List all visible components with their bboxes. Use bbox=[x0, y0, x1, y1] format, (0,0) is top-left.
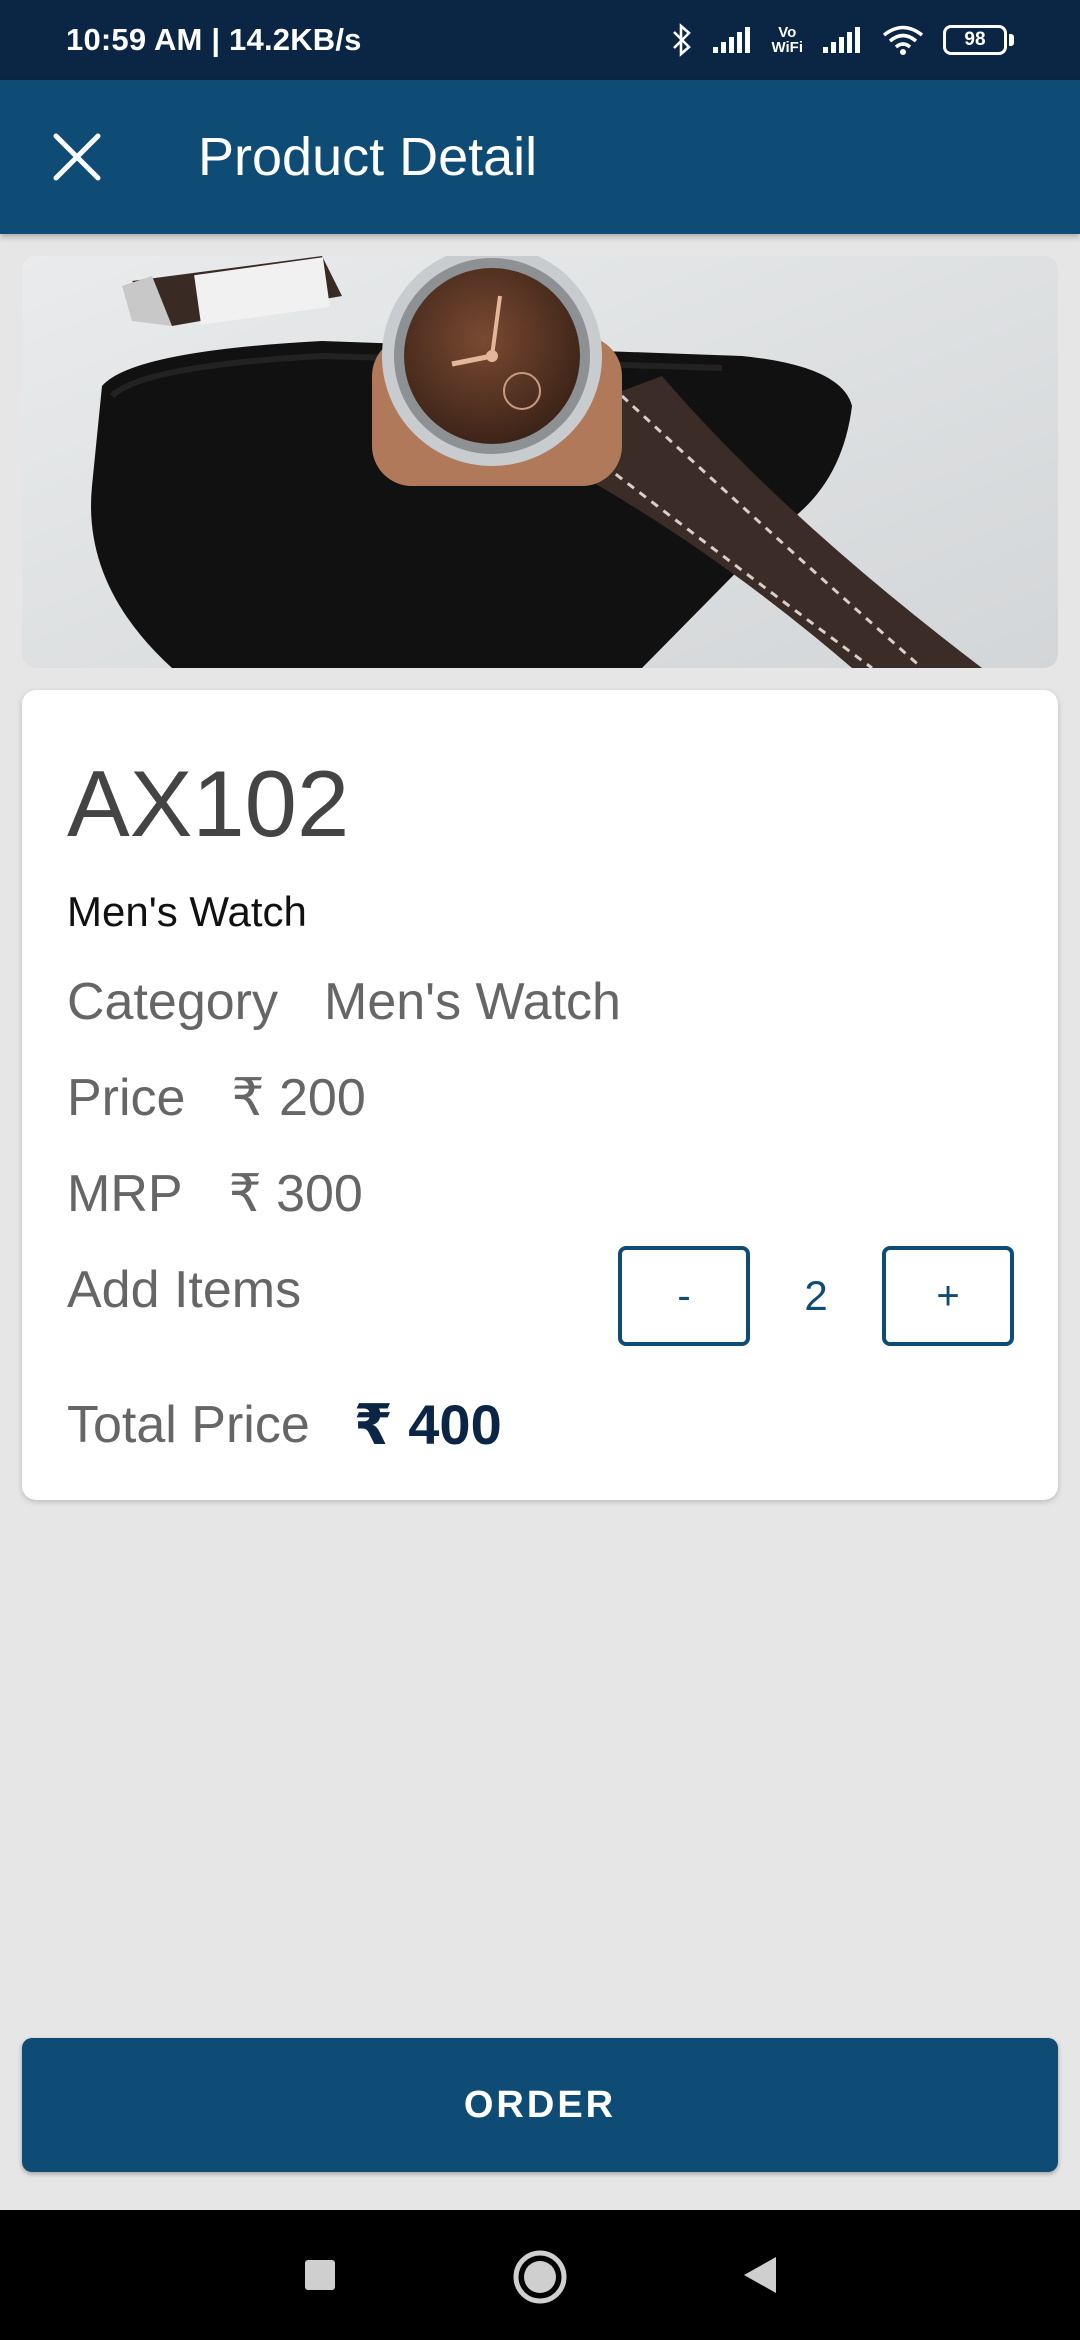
square-icon bbox=[305, 2260, 335, 2290]
price-value: ₹ 200 bbox=[231, 1069, 366, 1127]
product-image bbox=[22, 256, 1058, 668]
category-row: Category Men's Watch bbox=[67, 972, 621, 1032]
price-label: Price bbox=[67, 1069, 186, 1127]
decrement-button[interactable]: - bbox=[618, 1246, 750, 1346]
total-row: Total Price ₹ 400 bbox=[67, 1392, 502, 1458]
status-icons: Vo WiFi 98 bbox=[671, 23, 1014, 57]
order-button[interactable]: ORDER bbox=[22, 2038, 1058, 2172]
app-bar: Product Detail bbox=[0, 80, 1080, 234]
triangle-back-icon bbox=[744, 2257, 776, 2293]
price-row: Price ₹ 200 bbox=[67, 1068, 366, 1128]
signal-icon bbox=[711, 25, 753, 55]
mrp-row: MRP ₹ 300 bbox=[67, 1164, 363, 1224]
wifi-icon bbox=[881, 24, 925, 56]
category-label: Category bbox=[67, 973, 278, 1031]
recent-apps-button[interactable] bbox=[290, 2245, 350, 2305]
close-button[interactable] bbox=[22, 102, 132, 212]
product-code: AX102 bbox=[67, 751, 350, 856]
product-name: Men's Watch bbox=[67, 888, 307, 935]
quantity-value: 2 bbox=[804, 1272, 828, 1319]
signal-icon-2 bbox=[821, 25, 863, 55]
add-items-row: Add Items bbox=[67, 1260, 301, 1320]
add-items-label: Add Items bbox=[67, 1261, 302, 1319]
back-button[interactable] bbox=[730, 2245, 790, 2305]
total-label: Total Price bbox=[67, 1396, 310, 1454]
product-detail-card: AX102 Men's Watch Category Men's Watch P… bbox=[22, 690, 1058, 1500]
increment-button[interactable]: + bbox=[882, 1246, 1014, 1346]
circle-icon bbox=[513, 2250, 567, 2304]
vowifi-icon: Vo WiFi bbox=[771, 24, 803, 56]
mrp-label: MRP bbox=[67, 1165, 183, 1223]
system-nav-bar bbox=[0, 2210, 1080, 2340]
status-bar: 10:59 AM | 14.2KB/s Vo WiFi 98 bbox=[0, 0, 1080, 80]
battery-icon: 98 bbox=[943, 25, 1014, 55]
home-button[interactable] bbox=[505, 2242, 575, 2312]
total-value: ₹ 400 bbox=[353, 1393, 502, 1456]
category-value: Men's Watch bbox=[324, 973, 621, 1031]
mrp-value: ₹ 300 bbox=[228, 1165, 363, 1223]
close-icon bbox=[53, 133, 101, 181]
battery-level: 98 bbox=[943, 25, 1007, 55]
page-title: Product Detail bbox=[198, 127, 538, 187]
bluetooth-icon bbox=[671, 23, 693, 57]
status-time: 10:59 AM | 14.2KB/s bbox=[66, 22, 362, 57]
